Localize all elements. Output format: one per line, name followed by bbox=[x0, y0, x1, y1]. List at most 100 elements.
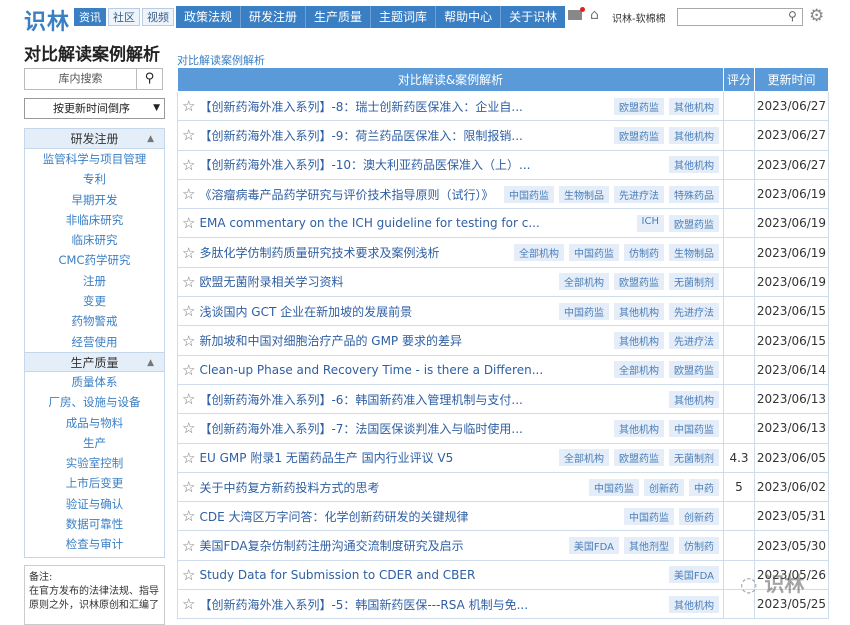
sidebar-item[interactable]: 临床研究 bbox=[25, 230, 164, 250]
category-tag[interactable]: 中国药监 bbox=[559, 302, 609, 320]
sidebar-item[interactable]: CMC药学研究 bbox=[25, 250, 164, 270]
star-icon[interactable]: ☆ bbox=[182, 244, 195, 262]
sidebar-item[interactable]: 非临床研究 bbox=[25, 210, 164, 230]
sidebar-item[interactable]: 上市后变更 bbox=[25, 473, 164, 493]
category-tag[interactable]: 其他机构 bbox=[669, 390, 719, 408]
article-title-link[interactable]: 《溶瘤病毒产品药学研究与评价技术指导原则（试行）》解读 bbox=[199, 186, 491, 203]
category-tag[interactable]: 全部机构 bbox=[559, 449, 609, 467]
sidebar-item[interactable]: 实验室控制 bbox=[25, 453, 164, 473]
star-icon[interactable]: ☆ bbox=[182, 273, 195, 291]
top-search-input[interactable] bbox=[677, 8, 803, 26]
star-icon[interactable]: ☆ bbox=[182, 419, 195, 437]
article-title-link[interactable]: Clean-up Phase and Recovery Time - is th… bbox=[199, 363, 543, 377]
tab-news[interactable]: 资讯 bbox=[74, 8, 106, 26]
category-tag[interactable]: 欧盟药监 bbox=[614, 449, 664, 467]
sidebar-item[interactable]: 变更 bbox=[25, 291, 164, 311]
table-row[interactable]: ☆ EU GMP 附录1 无菌药品生产 国内行业评议 V5 全部机构 欧盟药监 无菌制剂… bbox=[177, 442, 829, 473]
col-header-date[interactable]: 更新时间 bbox=[754, 67, 829, 92]
category-tag[interactable]: 仿制药 bbox=[624, 244, 664, 262]
star-icon[interactable]: ☆ bbox=[182, 302, 195, 320]
category-tag[interactable]: ICH bbox=[636, 214, 664, 232]
category-tag[interactable]: 先进疗法 bbox=[669, 302, 719, 320]
col-header-score[interactable]: 评分 bbox=[723, 67, 755, 92]
article-title-link[interactable]: CDE 大湾区万字问答：化学创新药研发的关键规律 bbox=[199, 508, 468, 525]
table-row[interactable]: ☆ 新加坡和中国对细胞治疗产品的 GMP 要求的差异 其他机构 先进疗法 2023/06… bbox=[177, 325, 829, 356]
star-icon[interactable]: ☆ bbox=[182, 390, 195, 408]
article-title-link[interactable]: EMA commentary on the ICH guideline for … bbox=[199, 216, 539, 230]
table-row[interactable]: ☆ 【创新药海外准入系列】-9：荷兰药品医保准入：限制报销... 欧盟药监 其他机构 2… bbox=[177, 120, 829, 151]
category-tag[interactable]: 无菌制剂 bbox=[669, 449, 719, 467]
star-icon[interactable]: ☆ bbox=[182, 214, 195, 232]
sidebar-item[interactable]: 质量体系 bbox=[25, 372, 164, 392]
article-title-link[interactable]: EU GMP 附录1 无菌药品生产 国内行业评议 V5 bbox=[199, 449, 453, 466]
table-row[interactable]: ☆ 【创新药海外准入系列】-5：韩国新药医保---RSA 机制与免... 其他机构 2… bbox=[177, 589, 829, 620]
nav-glossary[interactable]: 主题词库 bbox=[371, 6, 437, 28]
category-tag[interactable]: 先进疗法 bbox=[614, 185, 664, 203]
nav-policy[interactable]: 政策法规 bbox=[176, 6, 242, 28]
star-icon[interactable]: ☆ bbox=[182, 478, 195, 496]
category-tag[interactable]: 创新药 bbox=[644, 478, 684, 496]
star-icon[interactable]: ☆ bbox=[182, 595, 195, 613]
table-row[interactable]: ☆ 美国FDA复杂仿制药注册沟通交流制度研究及启示 美国FDA 其他剂型 仿制药 2023… bbox=[177, 530, 829, 561]
sidebar-item[interactable]: 检查与审计 bbox=[25, 534, 164, 554]
sidebar-item[interactable]: 药物警戒 bbox=[25, 311, 164, 331]
star-icon[interactable]: ☆ bbox=[182, 361, 195, 379]
article-title-link[interactable]: 新加坡和中国对细胞治疗产品的 GMP 要求的差异 bbox=[199, 332, 462, 349]
category-tag[interactable]: 生物制品 bbox=[669, 244, 719, 262]
category-tag[interactable]: 欧盟药监 bbox=[614, 273, 664, 291]
sidebar-item[interactable]: 验证与确认 bbox=[25, 494, 164, 514]
sidebar-group-production[interactable]: 生产质量 ▲ bbox=[25, 351, 164, 372]
star-icon[interactable]: ☆ bbox=[182, 566, 195, 584]
article-title-link[interactable]: 欧盟无菌附录相关学习资料 bbox=[199, 273, 343, 290]
category-tag[interactable]: 欧盟药监 bbox=[614, 97, 664, 115]
sidebar-item[interactable]: 生产 bbox=[25, 433, 164, 453]
nav-about[interactable]: 关于识林 bbox=[501, 6, 565, 28]
category-tag[interactable]: 创新药 bbox=[679, 507, 719, 525]
sidebar-item[interactable]: 早期开发 bbox=[25, 190, 164, 210]
star-icon[interactable]: ☆ bbox=[182, 332, 195, 350]
table-row[interactable]: ☆ Study Data for Submission to CDER and C… bbox=[177, 559, 829, 591]
article-title-link[interactable]: 关于中药复方新药投料方式的思考 bbox=[199, 479, 379, 496]
category-tag[interactable]: 无菌制剂 bbox=[669, 273, 719, 291]
table-row[interactable]: ☆ 【创新药海外准入系列】-10：澳大利亚药品医保准入（上）... 其他机构 2023… bbox=[177, 149, 829, 180]
table-row[interactable]: ☆ 关于中药复方新药投料方式的思考 中国药监 创新药 中药 5 2023/06/02 bbox=[177, 471, 829, 503]
sidebar-group-rd[interactable]: 研发注册 ▲ bbox=[25, 129, 164, 149]
nav-help[interactable]: 帮助中心 bbox=[436, 6, 502, 28]
sidebar-item[interactable]: 经营使用 bbox=[25, 332, 164, 352]
search-icon[interactable]: ⚲ bbox=[788, 9, 797, 23]
category-tag[interactable]: 仿制药 bbox=[679, 537, 719, 555]
star-icon[interactable]: ☆ bbox=[182, 449, 195, 467]
sidebar-item[interactable]: 注册 bbox=[25, 271, 164, 291]
sort-select[interactable]: 按更新时间倒序 ▼ bbox=[24, 98, 165, 119]
category-tag[interactable]: 欧盟药监 bbox=[669, 214, 719, 232]
table-row[interactable]: ☆ EMA commentary on the ICH guideline for… bbox=[177, 208, 829, 239]
article-title-link[interactable]: 多肽化学仿制药质量研究技术要求及案例浅析 bbox=[199, 244, 439, 261]
gear-icon[interactable]: ⚙ bbox=[809, 6, 824, 26]
category-tag[interactable]: 其他机构 bbox=[614, 332, 664, 350]
side-search-button[interactable]: ⚲ bbox=[137, 68, 163, 90]
breadcrumb[interactable]: 对比解读案例解析 bbox=[177, 52, 265, 68]
col-header-title[interactable]: 对比解读&案例解析 bbox=[177, 67, 724, 92]
category-tag[interactable]: 全部机构 bbox=[559, 273, 609, 291]
nav-production-quality[interactable]: 生产质量 bbox=[306, 6, 372, 28]
category-tag[interactable]: 特殊药品 bbox=[669, 185, 719, 203]
site-logo[interactable]: 识林 bbox=[24, 4, 70, 36]
table-row[interactable]: ☆ 多肽化学仿制药质量研究技术要求及案例浅析 全部机构 中国药监 仿制药 生物制品 2023… bbox=[177, 237, 829, 268]
sidebar-item[interactable]: 厂房、设施与设备 bbox=[25, 392, 164, 412]
article-title-link[interactable]: 美国FDA复杂仿制药注册沟通交流制度研究及启示 bbox=[199, 537, 463, 554]
category-tag[interactable]: 其他机构 bbox=[614, 419, 664, 437]
category-tag[interactable]: 中药 bbox=[689, 478, 719, 496]
sidebar-item[interactable]: 数据可靠性 bbox=[25, 514, 164, 534]
table-row[interactable]: ☆ 浅谈国内 GCT 企业在新加坡的发展前景 中国药监 其他机构 先进疗法 2023/06… bbox=[177, 296, 829, 327]
side-search-input[interactable]: 库内搜索 bbox=[24, 68, 137, 90]
category-tag[interactable]: 中国药监 bbox=[669, 419, 719, 437]
category-tag[interactable]: 全部机构 bbox=[514, 244, 564, 262]
mail-icon[interactable] bbox=[568, 7, 585, 20]
category-tag[interactable]: 中国药监 bbox=[624, 507, 674, 525]
category-tag[interactable]: 其他机构 bbox=[669, 126, 719, 144]
tab-video[interactable]: 视频 bbox=[142, 8, 174, 26]
table-row[interactable]: ☆ Clean-up Phase and Recovery Time - is t… bbox=[177, 354, 829, 385]
category-tag[interactable]: 中国药监 bbox=[504, 185, 554, 203]
category-tag[interactable]: 其他机构 bbox=[669, 595, 719, 613]
table-row[interactable]: ☆ 【创新药海外准入系列】-6：韩国新药准入管理机制与支付... 其他机构 2023/… bbox=[177, 383, 829, 415]
